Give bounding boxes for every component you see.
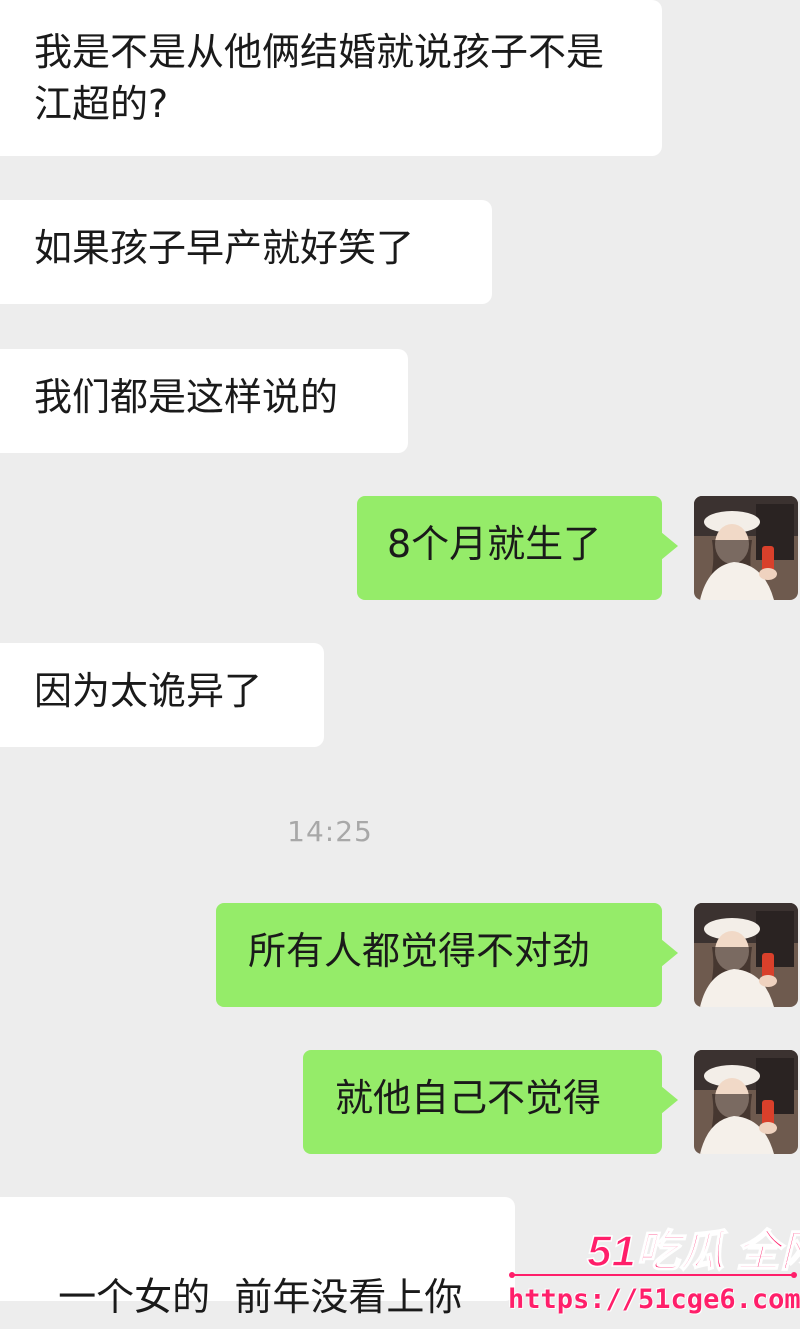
message-text: 就他自己不觉得 xyxy=(335,1076,602,1120)
chat-timestamp: 14:25 xyxy=(287,815,373,848)
message-bubble-incoming[interactable]: 我是不是从他俩结婚就说孩子不是江超的? xyxy=(0,0,662,156)
message-text: 8个月就生了 xyxy=(387,522,602,566)
message-bubble-incoming[interactable]: 因为太诡异了 xyxy=(0,643,324,747)
watermark-divider xyxy=(509,1272,797,1278)
message-bubble-outgoing[interactable]: 8个月就生了 xyxy=(357,496,678,600)
watermark-logo: 51吃瓜 全网首发 xyxy=(586,1226,800,1274)
message-text: 所有人都觉得不对劲 xyxy=(248,929,591,973)
message-text: 如果孩子早产就好笑了 xyxy=(34,226,415,270)
message-bubble-outgoing[interactable]: 所有人都觉得不对劲 xyxy=(216,903,678,1007)
user-avatar[interactable] xyxy=(694,1050,798,1154)
message-bubble-outgoing[interactable]: 就他自己不觉得 xyxy=(303,1050,678,1154)
message-text: 因为太诡异了 xyxy=(34,669,263,713)
message-text: 我们都是这样说的 xyxy=(34,375,339,419)
message-bubble-incoming[interactable]: 一个女的 前年没看上你 xyxy=(0,1197,515,1319)
message-text: 一个女的 前年没看上你 xyxy=(58,1275,463,1319)
message-bubble-incoming[interactable]: 我们都是这样说的 xyxy=(0,349,408,453)
message-text: 我是不是从他俩结婚就说孩子不是江超的? xyxy=(34,30,605,126)
user-avatar[interactable] xyxy=(694,903,798,1007)
watermark-brand: 51吃瓜 全网首发 xyxy=(587,1227,800,1274)
avatar-photo-icon xyxy=(694,496,798,600)
user-avatar[interactable] xyxy=(694,496,798,600)
avatar-photo-icon xyxy=(694,903,798,1007)
avatar-photo-icon xyxy=(694,1050,798,1154)
message-bubble-incoming[interactable]: 如果孩子早产就好笑了 xyxy=(0,200,492,304)
watermark-url: https://51cge6.com xyxy=(508,1284,800,1315)
